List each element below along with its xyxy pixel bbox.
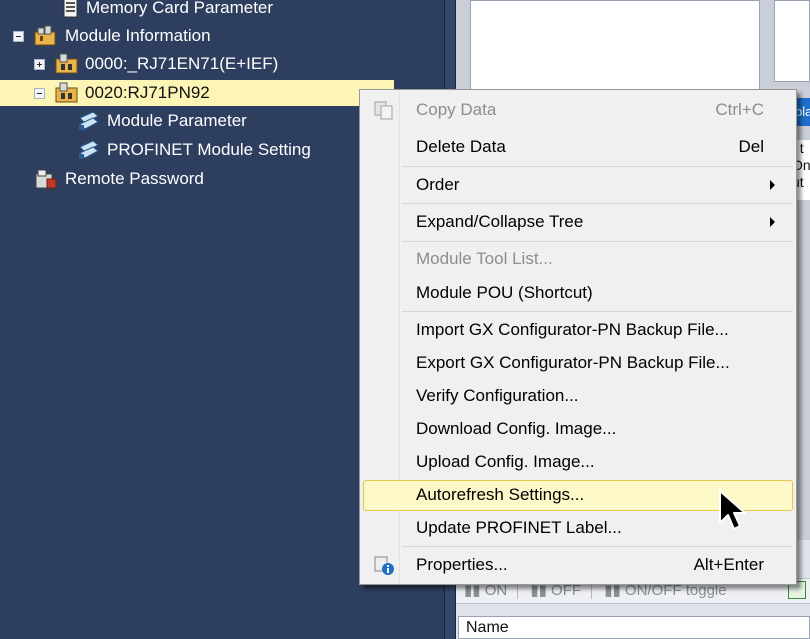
menu-item-label: Module POU (Shortcut) <box>416 283 593 302</box>
menu-item-label: Export GX Configurator-PN Backup File... <box>416 353 730 372</box>
menu-item-label: Import GX Configurator-PN Backup File... <box>416 320 729 339</box>
module-unit-icon <box>55 82 79 104</box>
tree-item-label: 0000:_RJ71EN71(E+IEF) <box>85 54 279 73</box>
grid-column-label: Name <box>466 619 509 636</box>
remote-password-icon <box>34 168 58 190</box>
collapse-toggle-icon[interactable] <box>13 31 24 42</box>
menu-item-expand-collapse-tree[interactable]: Expand/Collapse Tree <box>363 207 793 238</box>
work-window-content <box>470 0 760 90</box>
module-unit-icon <box>55 53 79 75</box>
tree-item-label: 0020:RJ71PN92 <box>85 83 210 102</box>
menu-item-label: Order <box>416 175 460 194</box>
mouse-pointer-icon <box>718 489 746 538</box>
toolbar-separator <box>517 583 519 600</box>
menu-separator <box>402 546 793 547</box>
tree-item-module-0020-selected[interactable]: 0020:RJ71PN92 <box>0 80 394 106</box>
module-folder-icon <box>34 25 58 47</box>
menu-item-order[interactable]: Order <box>363 170 793 201</box>
menu-item-shortcut: Del <box>738 137 764 156</box>
menu-item-label: Module Tool List... <box>416 249 553 268</box>
menu-item-module-tool-list[interactable]: Module Tool List... <box>363 244 793 275</box>
menu-item-label: Upload Config. Image... <box>416 452 595 471</box>
side-frame <box>774 0 810 82</box>
tree-item-label: Module Parameter <box>107 111 247 130</box>
expand-toggle-icon[interactable] <box>34 59 45 70</box>
tree-item-label: Remote Password <box>65 169 204 188</box>
menu-item-delete-data[interactable]: Delete Data Del <box>363 132 793 163</box>
copy-icon <box>374 101 396 126</box>
menu-item-label: Verify Configuration... <box>416 386 579 405</box>
parameter-icon <box>77 110 101 132</box>
menu-item-module-pou-shortcut[interactable]: Module POU (Shortcut) <box>363 278 793 309</box>
tree-item-label: Module Information <box>65 26 211 45</box>
menu-item-import-backup-file[interactable]: Import GX Configurator-PN Backup File... <box>363 315 793 346</box>
memory-card-parameter-icon <box>62 0 80 18</box>
grid-column-name[interactable]: Name <box>458 616 810 639</box>
menu-item-shortcut: Ctrl+C <box>715 100 764 119</box>
menu-item-copy-data[interactable]: Copy Data Ctrl+C <box>363 95 793 126</box>
toolbar-separator <box>591 583 593 600</box>
menu-item-verify-configuration[interactable]: Verify Configuration... <box>363 381 793 412</box>
menu-item-label: Properties... <box>416 555 508 574</box>
menu-item-properties[interactable]: Properties... Alt+Enter <box>363 550 793 581</box>
properties-icon <box>374 556 396 581</box>
tree-item-module-information[interactable]: Module Information <box>34 23 334 49</box>
menu-item-label: Autorefresh Settings... <box>416 485 585 504</box>
menu-item-label: Download Config. Image... <box>416 419 617 438</box>
tree-item-memory-card-parameter[interactable]: Memory Card Parameter <box>62 0 362 21</box>
menu-item-label: Update PROFINET Label... <box>416 518 622 537</box>
collapse-toggle-icon[interactable] <box>34 88 45 99</box>
submenu-arrow-icon <box>770 217 775 227</box>
tree-item-remote-password[interactable]: Remote Password <box>34 166 334 192</box>
menu-item-shortcut: Alt+Enter <box>693 555 764 574</box>
menu-separator <box>402 203 793 204</box>
menu-item-label: Copy Data <box>416 100 497 119</box>
tree-item-module-0000[interactable]: 0000:_RJ71EN71(E+IEF) <box>55 51 355 77</box>
menu-separator <box>402 311 793 312</box>
menu-separator <box>402 166 793 167</box>
tree-item-profinet-module-setting[interactable]: PROFINET Module Setting <box>77 137 377 163</box>
tree-item-label: PROFINET Module Setting <box>107 140 311 159</box>
menu-item-upload-config-image[interactable]: Upload Config. Image... <box>363 447 793 478</box>
menu-item-label: Delete Data <box>416 137 506 156</box>
menu-item-download-config-image[interactable]: Download Config. Image... <box>363 414 793 445</box>
menu-item-label: Expand/Collapse Tree <box>416 212 584 231</box>
menu-item-export-backup-file[interactable]: Export GX Configurator-PN Backup File... <box>363 348 793 379</box>
tree-item-label: Memory Card Parameter <box>86 0 274 17</box>
menu-separator <box>402 241 793 242</box>
submenu-arrow-icon <box>770 180 775 190</box>
tree-item-module-parameter[interactable]: Module Parameter <box>77 108 377 134</box>
parameter-icon <box>77 139 101 161</box>
